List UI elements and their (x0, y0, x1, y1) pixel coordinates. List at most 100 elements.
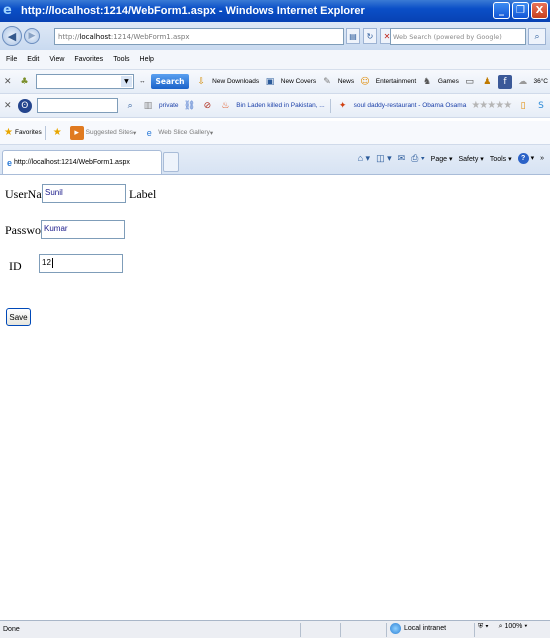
add-favorite-button[interactable]: ★ (53, 127, 64, 138)
skype-icon[interactable]: S (534, 99, 548, 113)
label-text: Label (129, 187, 157, 201)
maximize-button[interactable]: ❐ (512, 2, 529, 19)
forward-button[interactable]: ▶ (24, 28, 40, 44)
password-value: Kumar (44, 224, 68, 233)
rating-stars-icon[interactable]: ★★★★★ (471, 100, 512, 111)
link-icon[interactable]: ⛓ (183, 99, 197, 113)
magnifier-icon[interactable]: ⌕ (123, 99, 137, 113)
compatibility-view-icon[interactable]: ▤ (346, 28, 360, 44)
news-headline-link-2[interactable]: soul daddy-restaurant - Obama Osama (354, 102, 467, 109)
downloads-icon: ⇩ (197, 76, 206, 87)
favorites-bar: ★ Favorites ★ ▸ Suggested Sites ▾ e Web Sli… (0, 121, 550, 145)
toolbar-separator (329, 98, 331, 113)
search-button-label: Search (155, 77, 185, 86)
menu-bar: File Edit View Favorites Tools Help (0, 50, 550, 70)
protected-mode-icon[interactable]: ⛨ ▾ (478, 623, 489, 631)
tools-menu[interactable]: Tools ▾ (490, 155, 512, 163)
add-favorite-icon: ★ (52, 127, 62, 138)
search-go-icon[interactable]: ⌕ (528, 28, 546, 45)
pin-icon: ✦ (338, 100, 347, 111)
status-right-controls: ⛨ ▾ ⌕ 100% ▾ (478, 623, 527, 631)
entertainment-icon: ☺ (360, 76, 370, 87)
person-icon[interactable]: ♟ (481, 75, 495, 89)
toolbar2-logo-icon: ʘ (17, 98, 32, 113)
help-menu[interactable]: ? ▾ (517, 153, 534, 164)
favorites-button[interactable]: ★ Favorites (4, 127, 42, 138)
suggested-sites-label: Suggested Sites (85, 129, 134, 136)
new-downloads-link[interactable]: New Downloads (212, 78, 259, 85)
zoom-level: 100% (504, 623, 523, 630)
safety-menu-label: Safety (458, 155, 479, 163)
home-icon[interactable]: ⌂ ▾ (358, 153, 370, 164)
news-headline-link-1[interactable]: Bin Laden killed in Pakistan, ... (236, 102, 325, 109)
save-button-label: Save (9, 312, 28, 322)
news-link[interactable]: News (338, 78, 354, 85)
web-slice-gallery-button[interactable]: e Web Slice Gallery ▾ (140, 126, 213, 140)
swap-icon[interactable]: ↔ (139, 78, 146, 85)
menu-view[interactable]: View (49, 56, 64, 63)
page-content: UserName Sunil Label Password Kumar ID 1… (0, 176, 550, 620)
save-button[interactable]: Save (6, 308, 31, 326)
menu-edit[interactable]: Edit (27, 56, 39, 63)
status-divider (474, 623, 475, 637)
menu-favorites[interactable]: Favorites (74, 56, 103, 63)
entertainment-link[interactable]: Entertainment (376, 78, 416, 85)
back-button[interactable]: ◀ (2, 26, 22, 46)
status-divider (386, 623, 387, 637)
mail-icon[interactable]: ✉ (398, 153, 406, 164)
url-rest: :1214/WebForm1.aspx (110, 32, 190, 41)
phone-icon[interactable]: ▯ (516, 99, 530, 113)
help-icon: ? (517, 153, 529, 164)
page-menu-label: Page (430, 155, 448, 163)
toolbar2-search-input[interactable] (36, 98, 119, 113)
id-value: 12 (42, 258, 51, 268)
menu-tools[interactable]: Tools (113, 56, 129, 63)
facebook-icon[interactable]: f (498, 74, 512, 89)
new-covers-link[interactable]: New Covers (281, 78, 316, 85)
close-toolbar2-icon[interactable]: ✕ (4, 101, 16, 111)
zoom-control[interactable]: ⌕ 100% ▾ (499, 623, 528, 631)
no-entry-icon[interactable]: ⊘ (200, 99, 214, 113)
zone-text: Local intranet (404, 625, 447, 632)
page-icon: e (7, 157, 13, 168)
security-zone[interactable]: Local intranet (390, 623, 446, 634)
id-label: ID (9, 259, 22, 273)
safety-menu[interactable]: Safety ▾ (458, 155, 483, 163)
new-tab-button[interactable] (163, 152, 179, 172)
globe-icon (390, 623, 401, 634)
private-link[interactable]: private (159, 102, 179, 109)
address-field[interactable]: http://localhost:1214/WebForm1.aspx (54, 28, 344, 45)
window-controls: _ ❐ X (493, 2, 548, 19)
close-toolbar-icon[interactable]: ✕ (4, 77, 16, 87)
tab-webform1[interactable]: e http://localhost:1214/WebForm1.aspx (2, 150, 162, 174)
web-search-placeholder: Web Search (powered by Google) (393, 32, 502, 41)
web-search-input[interactable]: Web Search (powered by Google) (390, 28, 526, 45)
feeds-icon[interactable]: ◫ ▾ (376, 153, 392, 164)
id-field[interactable]: 12 (39, 254, 123, 273)
overflow-chevron-icon[interactable]: » (540, 155, 544, 162)
toolbar-search-dropdown[interactable]: ▼ (36, 74, 134, 89)
menu-file[interactable]: File (6, 56, 17, 63)
menu-help[interactable]: Help (140, 56, 154, 63)
weather-icon: ☁ (518, 76, 528, 87)
title-bar: e http://localhost:1214/WebForm1.aspx - … (0, 0, 550, 22)
close-button[interactable]: X (531, 2, 548, 19)
print-icon[interactable]: ⎙ ▾ (411, 153, 424, 164)
temperature-text: 36°C (533, 78, 548, 85)
username-field[interactable]: Sunil (42, 184, 126, 203)
navigation-bar: ◀ ▶ http://localhost:1214/WebForm1.aspx … (0, 22, 550, 50)
password-field[interactable]: Kumar (41, 220, 125, 239)
page-menu[interactable]: Page ▾ (431, 155, 453, 163)
tab-title: http://localhost:1214/WebForm1.aspx (14, 159, 130, 166)
minimize-button[interactable]: _ (493, 2, 510, 19)
status-bar: Done Local intranet ⛨ ▾ ⌕ 100% ▾ (0, 620, 550, 638)
suggested-sites-button[interactable]: ▸ Suggested Sites ▾ (68, 125, 136, 140)
favorites-separator (44, 125, 46, 140)
games-icon: ♞ (423, 76, 432, 87)
toolbar-search-button[interactable]: Search (151, 74, 189, 89)
monitor-icon[interactable]: ▭ (463, 75, 477, 89)
toolbar-logo-icon: ♣ (20, 76, 29, 87)
window-title: http://localhost:1214/WebForm1.aspx - Wi… (21, 5, 365, 17)
refresh-icon[interactable]: ↻ (363, 28, 377, 44)
games-link[interactable]: Games (438, 78, 459, 85)
